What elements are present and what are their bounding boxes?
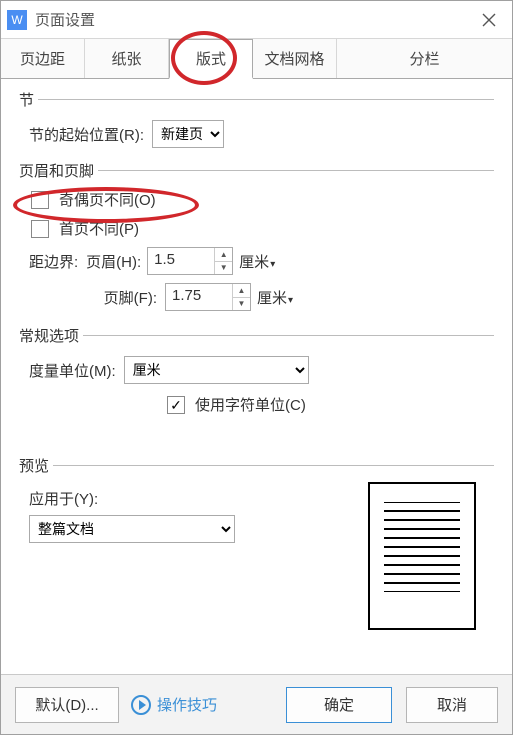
header-value: 1.5 — [148, 248, 214, 274]
page-setup-dialog: W 页面设置 页边距 纸张 版式 文档网格 分栏 节 节的起始位置(R): 新建… — [0, 0, 513, 735]
odd-even-label: 奇偶页不同(O) — [59, 189, 156, 210]
tab-grid[interactable]: 文档网格 — [253, 39, 337, 78]
tab-layout[interactable]: 版式 — [169, 39, 253, 79]
default-button[interactable]: 默认(D)... — [15, 687, 119, 723]
header-unit[interactable]: 厘米▾ — [239, 251, 275, 272]
group-headerfooter-label: 页眉和页脚 — [19, 160, 94, 181]
tab-paper[interactable]: 纸张 — [85, 39, 169, 78]
spin-up-icon[interactable]: ▲ — [233, 284, 250, 298]
footer-spin[interactable]: 1.75 ▲▼ — [165, 283, 251, 311]
tab-columns[interactable]: 分栏 — [337, 39, 512, 78]
distance-prefix: 距边界: — [29, 251, 78, 272]
play-icon — [131, 695, 151, 715]
footer-label: 页脚(F): — [29, 287, 157, 308]
ok-button[interactable]: 确定 — [286, 687, 392, 723]
unit-select[interactable]: 厘米 — [124, 356, 309, 384]
preview-page — [368, 482, 476, 630]
spin-down-icon[interactable]: ▼ — [215, 262, 232, 275]
tab-margins[interactable]: 页边距 — [1, 39, 85, 78]
use-char-checkbox[interactable] — [167, 396, 185, 414]
footer-unit[interactable]: 厘米▾ — [257, 287, 293, 308]
apply-to-select[interactable]: 整篇文档 — [29, 515, 235, 543]
section-start-label: 节的起始位置(R): — [29, 124, 144, 145]
titlebar: W 页面设置 — [1, 1, 512, 39]
tab-bar: 页边距 纸张 版式 文档网格 分栏 — [1, 39, 512, 79]
spin-down-icon[interactable]: ▼ — [233, 298, 250, 311]
cancel-button[interactable]: 取消 — [406, 687, 498, 723]
window-title: 页面设置 — [35, 9, 466, 30]
close-icon — [482, 13, 496, 27]
header-spin[interactable]: 1.5 ▲▼ — [147, 247, 233, 275]
tips-link[interactable]: 操作技巧 — [131, 694, 286, 715]
close-button[interactable] — [466, 1, 512, 39]
app-icon: W — [7, 10, 27, 30]
first-page-checkbox[interactable] — [31, 220, 49, 238]
group-preview-label: 预览 — [19, 455, 49, 476]
header-label: 页眉(H): — [86, 251, 141, 272]
odd-even-checkbox[interactable] — [31, 191, 49, 209]
unit-label: 度量单位(M): — [29, 360, 116, 381]
spin-up-icon[interactable]: ▲ — [215, 248, 232, 262]
dialog-content: 节 节的起始位置(R): 新建页 页眉和页脚 奇偶页不同(O) 首页不同(P) … — [1, 79, 512, 674]
tips-label: 操作技巧 — [157, 694, 217, 715]
section-start-select[interactable]: 新建页 — [152, 120, 224, 148]
dialog-footer: 默认(D)... 操作技巧 确定 取消 — [1, 674, 512, 734]
group-general-label: 常规选项 — [19, 325, 79, 346]
first-page-label: 首页不同(P) — [59, 218, 139, 239]
footer-value: 1.75 — [166, 284, 232, 310]
group-section-label: 节 — [19, 89, 34, 110]
use-char-label: 使用字符单位(C) — [195, 394, 306, 415]
apply-to-label: 应用于(Y): — [29, 488, 348, 509]
